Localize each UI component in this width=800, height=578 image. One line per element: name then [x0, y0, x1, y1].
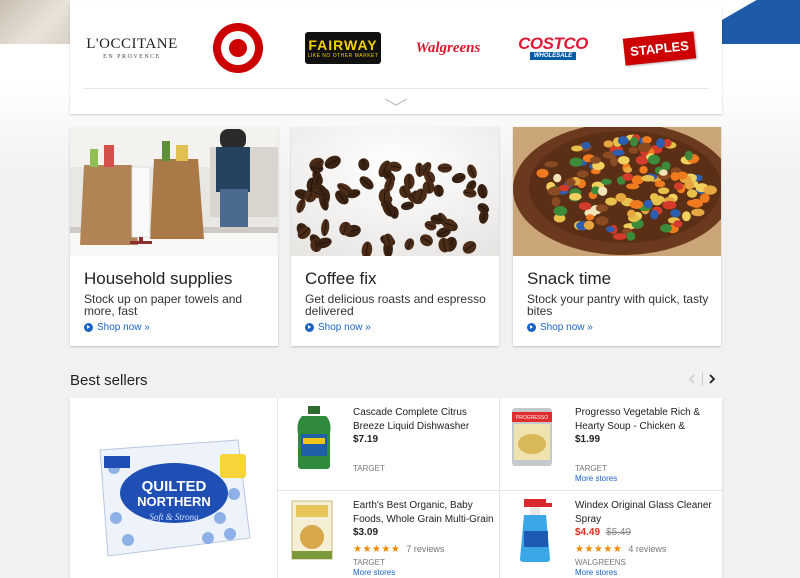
product-name: Windex Original Glass Cleaner Spray — [575, 500, 712, 525]
cascade-product-image — [297, 406, 331, 469]
shop-now-label: Shop now » — [540, 322, 593, 333]
loccitane-logo-subtext: EN PROVENCE — [103, 54, 161, 60]
loccitane-logo-text: L'OCCITANE — [86, 36, 178, 52]
snack-image — [513, 127, 721, 256]
shop-now-link[interactable]: Shop now » — [527, 322, 593, 333]
product-store: TARGET — [353, 464, 385, 473]
paper-towel-package-image: QUILTED NORTHERN Soft & Strong — [99, 439, 251, 557]
featured-product-quilted-northern[interactable]: QUILTED NORTHERN Soft & Strong — [70, 398, 278, 578]
category-card-snacks[interactable]: Snack time Stock your pantry with quick,… — [513, 127, 721, 346]
arrow-circle-icon — [84, 323, 93, 332]
product-cell-cascade[interactable]: Cascade Complete Citrus Breeze Liquid Di… — [278, 398, 500, 491]
star-rating-icon: ★★★★★ — [575, 544, 623, 555]
category-title: Snack time — [527, 269, 612, 288]
store-logo-walgreens[interactable]: Walgreens — [408, 16, 488, 80]
chevron-right-icon[interactable] — [706, 372, 718, 386]
banner-image-left — [0, 0, 70, 44]
category-description: Stock up on paper towels and more, fast — [84, 292, 243, 318]
category-title: Household supplies — [84, 269, 233, 288]
product-store: WALGREENS — [575, 558, 626, 567]
category-description: Get delicious roasts and espresso delive… — [305, 292, 486, 318]
best-sellers-heading: Best sellers — [70, 372, 148, 389]
category-description: Stock your pantry with quick, tasty bite… — [527, 292, 709, 318]
fairway-logo-tagline: LIKE NO OTHER MARKET — [307, 53, 379, 59]
divider — [84, 88, 708, 89]
svg-text:PROGRESSO: PROGRESSO — [516, 415, 548, 421]
pager-divider — [702, 372, 703, 386]
product-store: TARGET — [353, 558, 385, 567]
product-store: TARGET — [575, 464, 607, 473]
fairway-logo: FAIRWAY LIKE NO OTHER MARKET — [305, 32, 381, 64]
store-logo-staples[interactable]: STAPLES — [622, 16, 696, 80]
shop-now-link[interactable]: Shop now » — [305, 322, 371, 333]
coffee-image — [291, 127, 499, 256]
review-count[interactable]: 4 reviews — [628, 544, 666, 554]
svg-text:QUILTED: QUILTED — [142, 478, 207, 495]
svg-text:Soft & Strong: Soft & Strong — [149, 512, 199, 522]
store-logo-loccitane[interactable]: L'OCCITANE EN PROVENCE — [84, 16, 180, 80]
household-image — [70, 127, 278, 256]
stores-card: L'OCCITANE EN PROVENCE FAIRWAY LIKE NO O… — [70, 4, 722, 114]
product-cell-progresso[interactable]: PROGRESSO Progresso Vegetable Rich & Hea… — [500, 398, 722, 491]
product-price: $1.99 — [575, 434, 601, 445]
product-rating: ★★★★★ 4 reviews — [575, 544, 666, 555]
staples-logo-text: STAPLES — [622, 30, 696, 66]
more-stores-link[interactable]: More stores — [353, 568, 395, 577]
product-price: $3.09 — [353, 527, 379, 538]
earths-best-product-image — [291, 500, 333, 560]
more-stores-link[interactable]: More stores — [575, 474, 617, 483]
target-logo-icon — [213, 23, 263, 73]
windex-product-image — [520, 499, 552, 562]
more-stores-link[interactable]: More stores — [575, 568, 617, 577]
product-name: Earth's Best Organic, Baby Foods, Whole … — [353, 500, 494, 525]
store-logo-target[interactable] — [210, 16, 266, 80]
product-cell-windex[interactable]: Windex Original Glass Cleaner Spray $4.4… — [500, 491, 722, 578]
shop-now-link[interactable]: Shop now » — [84, 322, 150, 333]
product-cell-earths-best[interactable]: Earth's Best Organic, Baby Foods, Whole … — [278, 491, 500, 578]
shop-now-label: Shop now » — [97, 322, 150, 333]
progresso-product-image: PROGRESSO — [512, 408, 552, 466]
original-price: $5.49 — [606, 527, 632, 538]
store-logo-fairway[interactable]: FAIRWAY LIKE NO OTHER MARKET — [304, 16, 382, 80]
best-sellers-panel: QUILTED NORTHERN Soft & Strong Cascade C… — [70, 398, 722, 578]
chevron-down-icon[interactable] — [383, 96, 409, 108]
category-card-coffee[interactable]: Coffee fix Get delicious roasts and espr… — [291, 127, 499, 346]
svg-text:NORTHERN: NORTHERN — [137, 494, 211, 509]
star-rating-icon: ★★★★★ — [353, 544, 401, 555]
review-count[interactable]: 7 reviews — [406, 544, 444, 554]
costco-logo-subtext: WHOLESALE — [529, 52, 577, 60]
store-logos-row: L'OCCITANE EN PROVENCE FAIRWAY LIKE NO O… — [70, 16, 722, 80]
arrow-circle-icon — [527, 323, 536, 332]
product-price: $4.49 $5.49 — [575, 527, 631, 538]
product-price: $7.19 — [353, 434, 379, 445]
category-title: Coffee fix — [305, 269, 377, 288]
product-rating: ★★★★★ 7 reviews — [353, 544, 444, 555]
fairway-logo-text: FAIRWAY — [308, 37, 378, 53]
category-card-household[interactable]: Household supplies Stock up on paper tow… — [70, 127, 278, 346]
product-name: Cascade Complete Citrus Breeze Liquid Di… — [353, 407, 470, 432]
store-logo-costco[interactable]: COSTCO WHOLESALE — [514, 16, 592, 80]
chevron-left-icon[interactable] — [686, 372, 698, 386]
product-name: Progresso Vegetable Rich & Hearty Soup -… — [575, 407, 701, 432]
arrow-circle-icon — [305, 323, 314, 332]
walgreens-logo-text: Walgreens — [415, 39, 481, 56]
sale-price: $4.49 — [575, 527, 601, 538]
costco-logo-text: COSTCO — [518, 34, 588, 53]
shop-now-label: Shop now » — [318, 322, 371, 333]
